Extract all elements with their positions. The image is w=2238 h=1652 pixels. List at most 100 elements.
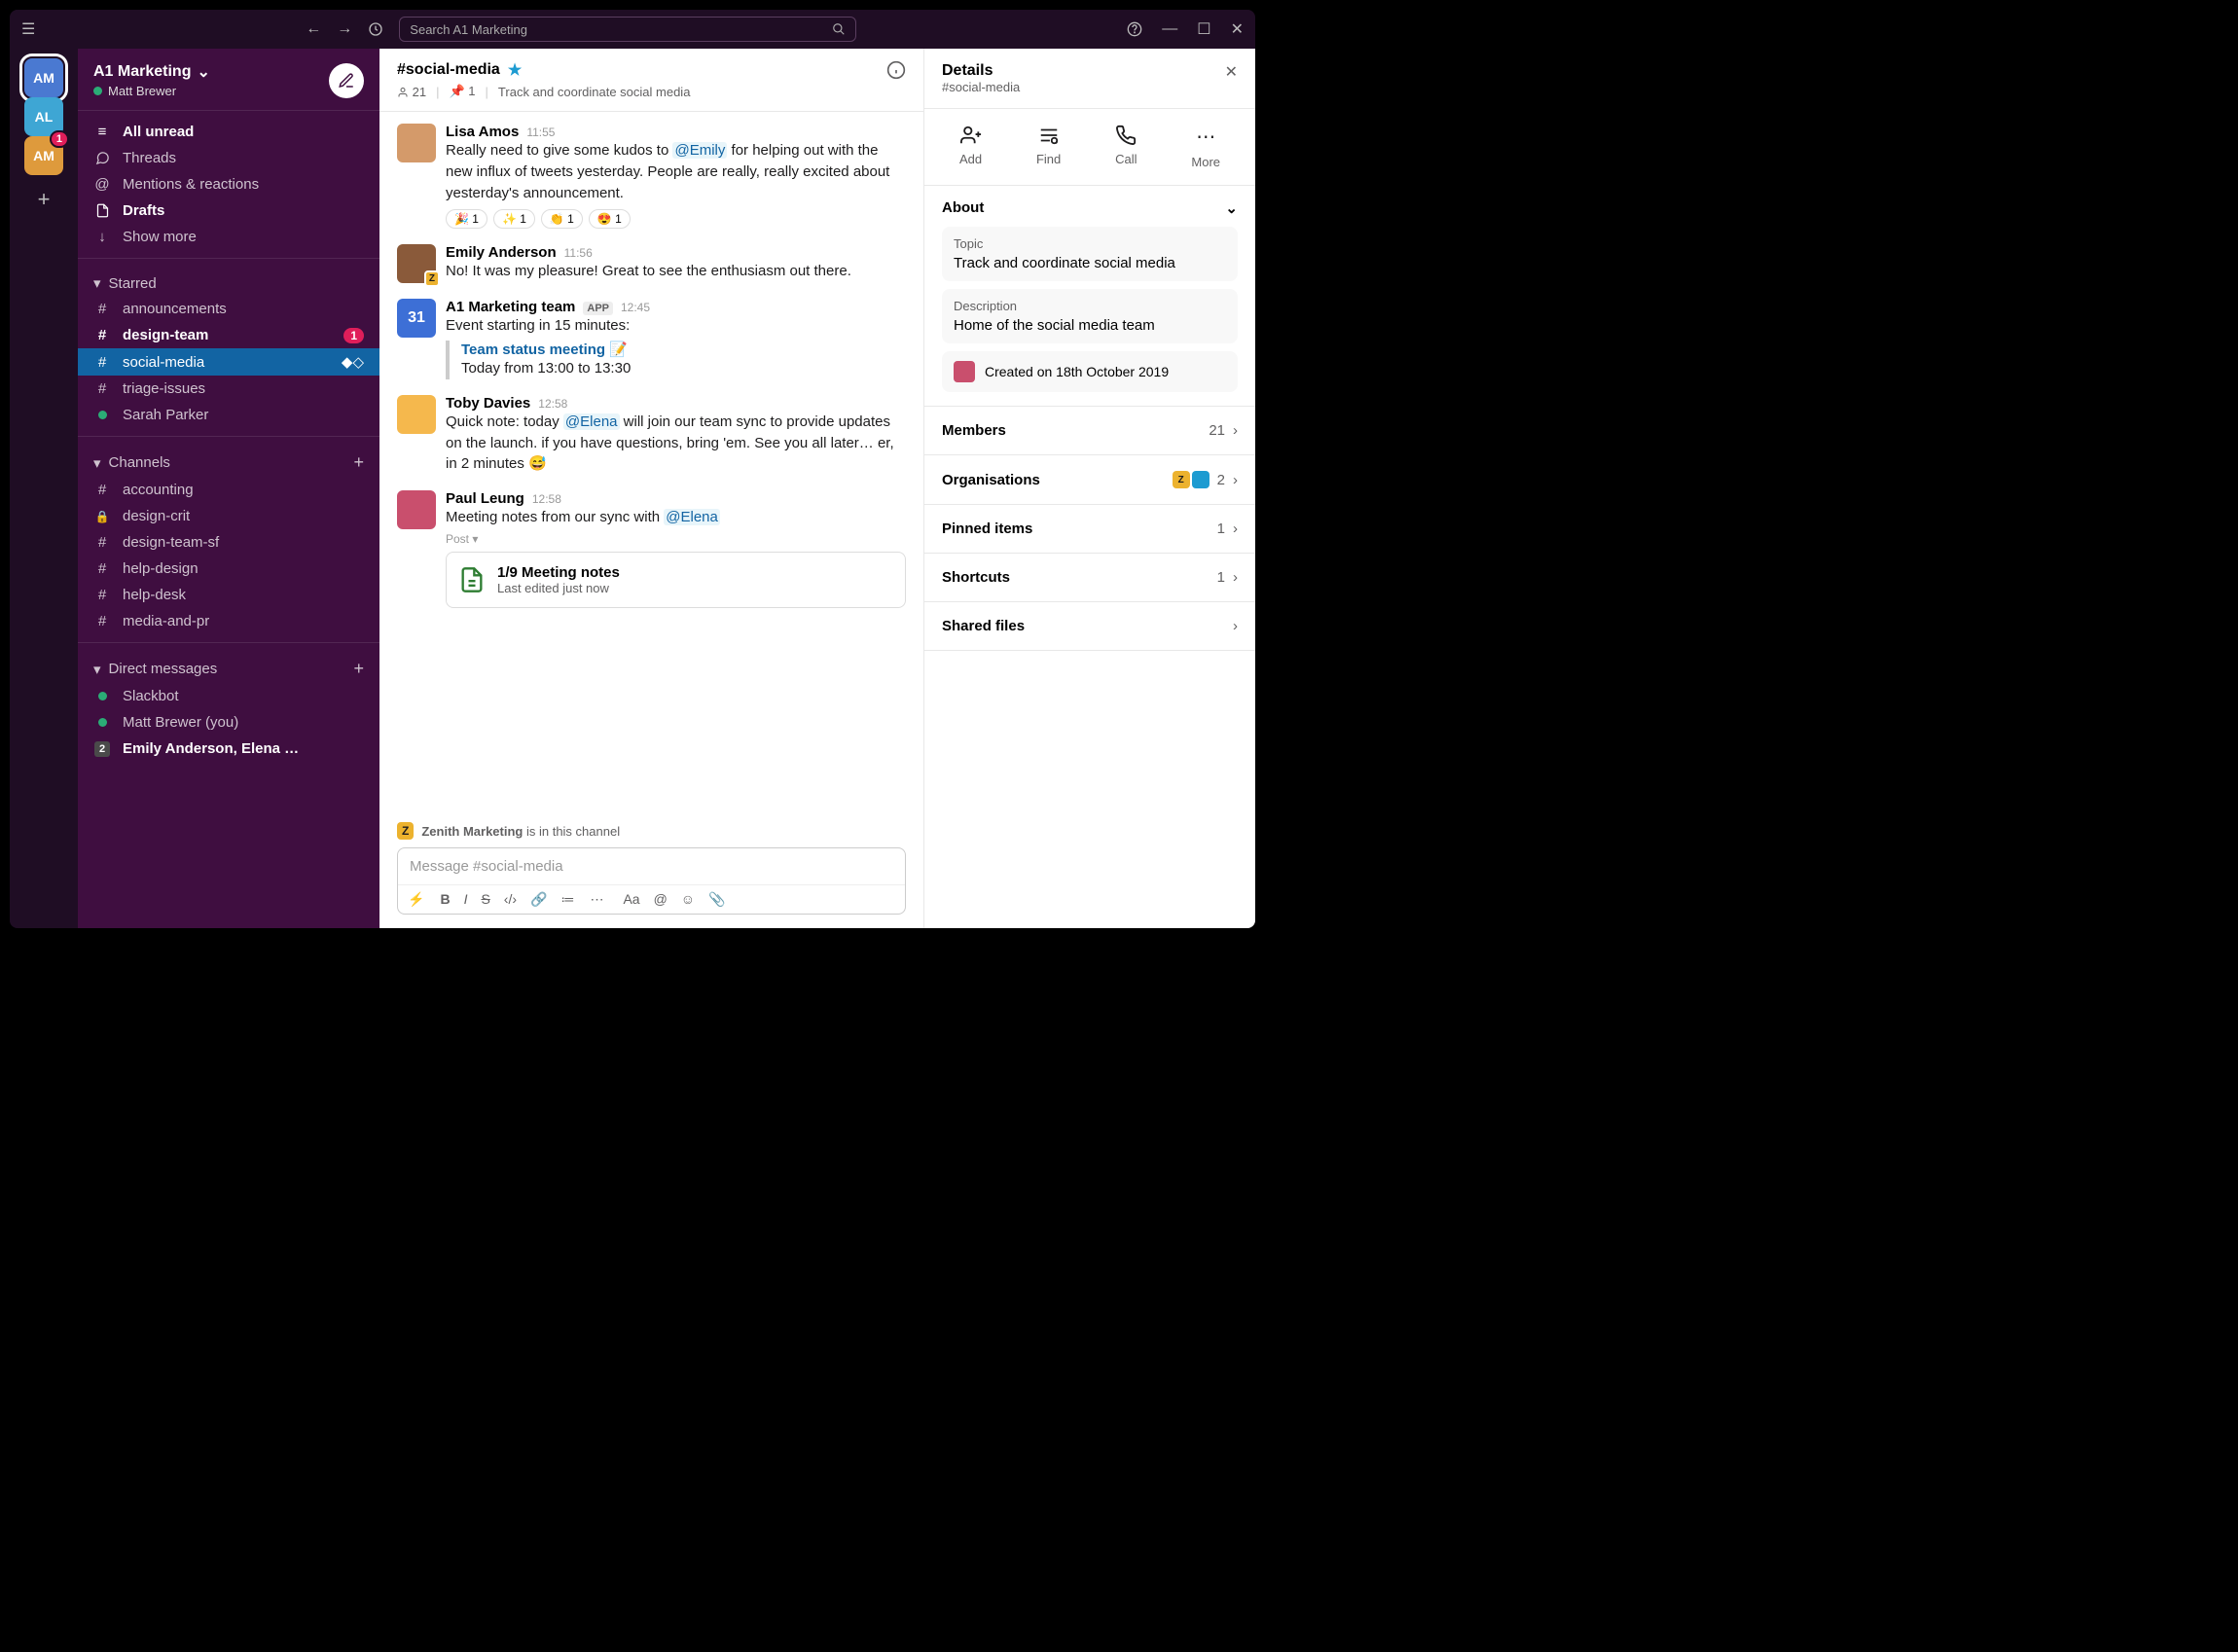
sidebar-item-channel[interactable]: #accounting <box>78 477 379 503</box>
event-attachment[interactable]: Team status meeting 📝Today from 13:00 to… <box>446 341 906 379</box>
channel-name[interactable]: #social-media <box>397 61 500 79</box>
mention[interactable]: @Elena <box>563 413 620 430</box>
message-time[interactable]: 11:56 <box>564 246 593 260</box>
add-dm-button[interactable]: + <box>353 659 364 679</box>
aa-icon[interactable]: Aa <box>623 891 639 908</box>
shortcuts-row[interactable]: Shortcuts 1› <box>924 554 1255 602</box>
channel-topic[interactable]: Track and coordinate social media <box>498 85 691 99</box>
message-author[interactable]: Lisa Amos <box>446 124 519 140</box>
item-label: media-and-pr <box>123 613 209 629</box>
emoji-icon[interactable]: ☺ <box>681 891 695 908</box>
details-add-button[interactable]: Add <box>959 125 982 169</box>
sidebar-item-starred[interactable]: Sarah Parker <box>78 402 379 428</box>
sidebar-item-dm[interactable]: 2Emily Anderson, Elena … <box>78 736 379 762</box>
channels-heading[interactable]: ▾Channels+ <box>78 445 379 477</box>
attach-icon[interactable]: 📎 <box>708 891 725 908</box>
composer-input[interactable]: Message #social-media <box>398 848 905 884</box>
post-card[interactable]: 1/9 Meeting notesLast edited just now <box>446 552 906 608</box>
nav-threads[interactable]: Threads <box>78 145 379 171</box>
avatar[interactable]: 31 <box>397 299 436 338</box>
sidebar-item-starred[interactable]: #triage-issues <box>78 376 379 402</box>
member-count[interactable]: 21 <box>397 85 426 99</box>
info-icon[interactable] <box>886 60 906 80</box>
sidebar-item-starred[interactable]: #design-team1 <box>78 322 379 348</box>
bold-icon[interactable]: B <box>440 891 450 908</box>
topic-box[interactable]: Topic Track and coordinate social media <box>942 227 1238 281</box>
sidebar-item-channel[interactable]: #help-design <box>78 556 379 582</box>
files-row[interactable]: Shared files › <box>924 602 1255 651</box>
star-icon[interactable]: ★ <box>508 60 522 80</box>
reaction[interactable]: 👏 1 <box>541 209 583 229</box>
description-box[interactable]: Description Home of the social media tea… <box>942 289 1238 343</box>
current-user[interactable]: Matt Brewer <box>93 84 210 98</box>
avatar[interactable] <box>397 490 436 529</box>
nav-mentions[interactable]: @Mentions & reactions <box>78 171 379 198</box>
starred-heading[interactable]: ▾Starred <box>78 267 379 296</box>
nav-drafts[interactable]: Drafts <box>78 198 379 224</box>
message-composer[interactable]: Message #social-media ⚡ B I S ‹/› 🔗 ≔ ⋯ … <box>397 847 906 915</box>
message-time[interactable]: 12:45 <box>621 301 650 314</box>
reaction[interactable]: 🎉 1 <box>446 209 487 229</box>
nav-all-unread[interactable]: ≡All unread <box>78 119 379 145</box>
dms-heading[interactable]: ▾Direct messages+ <box>78 651 379 683</box>
history-icon[interactable] <box>368 21 383 37</box>
message-author[interactable]: Emily Anderson <box>446 244 557 261</box>
post-type-label[interactable]: Post ▾ <box>446 532 906 546</box>
mention[interactable]: @Elena <box>664 509 720 525</box>
compose-button[interactable] <box>329 63 364 98</box>
workspace-switcher[interactable]: A1 Marketing ⌄ <box>93 62 210 82</box>
sidebar-item-starred[interactable]: #social-media◆◇ <box>78 348 379 376</box>
sidebar-item-dm[interactable]: Matt Brewer (you) <box>78 709 379 736</box>
back-icon[interactable]: ← <box>306 20 321 38</box>
message-time[interactable]: 12:58 <box>538 397 567 411</box>
message-author[interactable]: A1 Marketing team <box>446 299 575 315</box>
list-icon[interactable]: ≔ <box>560 891 574 908</box>
mention[interactable]: @Emily <box>672 142 727 159</box>
workspace-tile[interactable]: AM <box>24 58 63 97</box>
close-details-icon[interactable]: ✕ <box>1225 62 1238 94</box>
sidebar-item-channel[interactable]: 🔒design-crit <box>78 503 379 529</box>
more-formatting-icon[interactable]: ⋯ <box>590 891 603 908</box>
reaction[interactable]: ✨ 1 <box>493 209 535 229</box>
forward-icon[interactable]: → <box>337 20 352 38</box>
italic-icon[interactable]: I <box>464 891 468 908</box>
add-workspace-button[interactable]: + <box>38 187 51 212</box>
maximize-icon[interactable]: ☐ <box>1197 19 1210 39</box>
reaction[interactable]: 😍 1 <box>589 209 631 229</box>
sidebar-item-channel[interactable]: #design-team-sf <box>78 529 379 556</box>
sidebar-item-channel[interactable]: #help-desk <box>78 582 379 608</box>
minimize-icon[interactable]: — <box>1162 20 1177 38</box>
close-icon[interactable]: ✕ <box>1231 19 1244 39</box>
sidebar-item-starred[interactable]: #announcements <box>78 296 379 322</box>
details-find-button[interactable]: Find <box>1036 125 1061 169</box>
pinned-count[interactable]: 📌 1 <box>449 84 475 99</box>
add-channel-button[interactable]: + <box>353 452 364 473</box>
sidebar-item-dm[interactable]: Slackbot <box>78 683 379 709</box>
search-input[interactable]: Search A1 Marketing <box>399 17 856 42</box>
lightning-icon[interactable]: ⚡ <box>408 891 424 908</box>
message-time[interactable]: 12:58 <box>532 492 561 506</box>
menu-icon[interactable]: ☰ <box>21 19 35 39</box>
strike-icon[interactable]: S <box>481 891 489 908</box>
nav-show-more[interactable]: ↓Show more <box>78 224 379 250</box>
help-icon[interactable] <box>1127 21 1142 37</box>
message-time[interactable]: 11:55 <box>526 126 555 139</box>
sidebar-item-channel[interactable]: #media-and-pr <box>78 608 379 634</box>
code-icon[interactable]: ‹/› <box>504 891 517 908</box>
pinned-row[interactable]: Pinned items 1› <box>924 505 1255 554</box>
mention-icon[interactable]: @ <box>654 891 668 908</box>
link-icon[interactable]: 🔗 <box>530 891 547 908</box>
avatar[interactable] <box>397 395 436 434</box>
organisations-row[interactable]: Organisations Z 2› <box>924 455 1255 505</box>
about-heading[interactable]: About ⌄ <box>942 199 1238 217</box>
avatar[interactable]: Z <box>397 244 436 283</box>
event-when: Today from 13:00 to 13:30 <box>461 358 906 379</box>
workspace-tile[interactable]: AM1 <box>24 136 63 175</box>
hash-icon: # <box>93 301 111 317</box>
avatar[interactable] <box>397 124 436 162</box>
details-more-button[interactable]: ⋯ More <box>1191 125 1220 169</box>
members-row[interactable]: Members 21› <box>924 407 1255 455</box>
details-call-button[interactable]: Call <box>1115 125 1137 169</box>
message-author[interactable]: Toby Davies <box>446 395 530 412</box>
message-author[interactable]: Paul Leung <box>446 490 524 507</box>
